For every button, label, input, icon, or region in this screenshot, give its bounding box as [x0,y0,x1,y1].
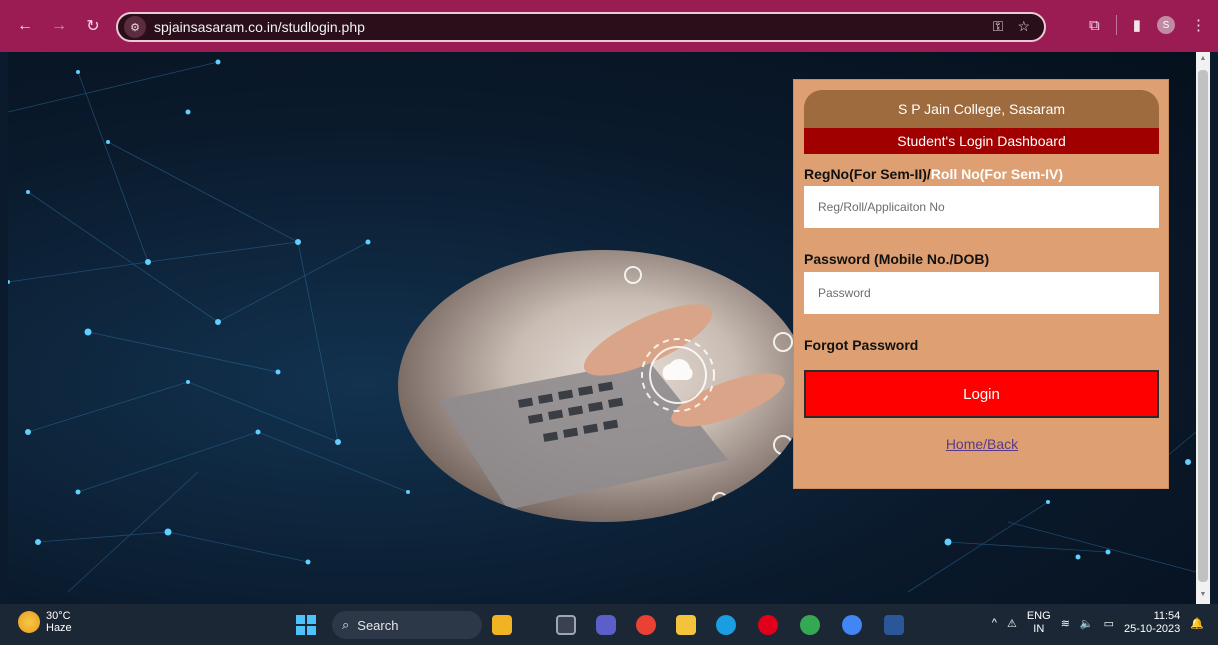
weather-temperature: 30°C [46,610,71,622]
browser-toolbar: ← → ↻ ⚙ spjainsasaram.co.in/studlogin.ph… [0,0,1218,52]
opera-browser-icon[interactable] [758,615,778,635]
network-alert-icon[interactable]: ⚠ [1007,617,1017,630]
login-panel: S P Jain College, Sasaram Student's Logi… [793,79,1169,489]
weather-condition: Haze [46,622,72,634]
weather-sun-icon [18,611,40,633]
college-name-header: S P Jain College, Sasaram [804,90,1159,128]
site-info-icon[interactable]: ⚙ [124,16,146,38]
forgot-password-link[interactable]: Forgot Password [804,337,918,353]
clock[interactable]: 11:54 25-10-2023 [1124,610,1180,636]
side-panel-icon[interactable]: ▮ [1133,16,1141,34]
password-label: Password (Mobile No./DOB) [804,251,990,267]
bookmark-star-icon[interactable]: ☆ [1017,18,1030,35]
reload-icon[interactable]: ↻ [82,15,104,37]
chrome-app-icon[interactable] [636,615,656,635]
file-explorer-icon[interactable] [676,615,696,635]
reg-no-label-part1: RegNo(For Sem-II)/ [804,166,931,182]
system-tray: ^ ⚠ ENG IN ≋ 🔈 ▭ 11:54 25-10-2023 🔔 [992,610,1204,636]
clock-time: 11:54 [1153,610,1181,622]
clock-date: 25-10-2023 [1124,623,1181,635]
chevron-up-icon[interactable]: ^ [992,617,997,629]
scroll-down-icon[interactable]: ▼ [1198,591,1208,601]
profile-avatar[interactable]: S [1157,16,1175,34]
menu-kebab-icon[interactable]: ⋮ [1191,16,1206,34]
wifi-icon[interactable]: ≋ [1061,617,1070,630]
laptop-hand-image [398,250,808,522]
edge-browser-icon[interactable] [716,615,736,635]
toolbar-divider [1115,15,1117,35]
reg-no-input[interactable] [804,186,1159,228]
scrollbar-thumb[interactable] [1198,70,1208,582]
language-code: ENG [1026,610,1051,622]
taskbar-search[interactable]: ⌕ Search [332,611,482,639]
url-text[interactable]: spjainsasaram.co.in/studlogin.php [154,19,365,35]
address-bar[interactable]: ⚙ spjainsasaram.co.in/studlogin.php ⚿ ☆ [116,12,1046,42]
vertical-scrollbar[interactable]: ▲ ▼ [1196,52,1210,604]
reg-no-label-part2: Roll No(For Sem-IV) [930,166,1064,182]
weather-widget[interactable]: 30°C Haze [18,610,72,634]
login-button[interactable]: Login [804,370,1159,418]
home-back-link[interactable]: Home/Back [794,436,1170,452]
extensions-icon[interactable]: ⧉ [1089,17,1100,34]
battery-icon[interactable]: ▭ [1104,617,1114,630]
chrome-active-icon[interactable] [842,615,862,635]
password-input[interactable] [804,272,1159,314]
scroll-up-icon[interactable]: ▲ [1198,55,1208,65]
widgets-app-icon[interactable] [492,615,512,635]
teams-chat-icon[interactable] [596,615,616,635]
search-label: Search [357,617,399,633]
word-app-icon[interactable] [884,615,904,635]
windows-taskbar: 30°C Haze ⌕ Search ^ ⚠ ENG IN ≋ 🔈 ▭ 11:5… [0,604,1218,645]
region-code: IN [1033,623,1045,635]
notification-bell-icon[interactable]: 🔔 [1190,617,1204,630]
chrome-profile-icon[interactable] [800,615,820,635]
language-indicator[interactable]: ENG IN [1027,610,1051,636]
search-icon: ⌕ [342,617,350,632]
back-icon[interactable]: ← [14,15,36,37]
dashboard-title: Student's Login Dashboard [804,128,1159,154]
password-key-icon[interactable]: ⚿ [993,18,1004,35]
forward-icon[interactable]: → [48,15,70,37]
windows-start-icon[interactable] [296,615,316,635]
task-view-icon[interactable] [556,615,576,635]
reg-no-label: RegNo(For Sem-II)/Roll No(For Sem-IV) [804,166,1063,182]
volume-icon[interactable]: 🔈 [1080,617,1094,630]
